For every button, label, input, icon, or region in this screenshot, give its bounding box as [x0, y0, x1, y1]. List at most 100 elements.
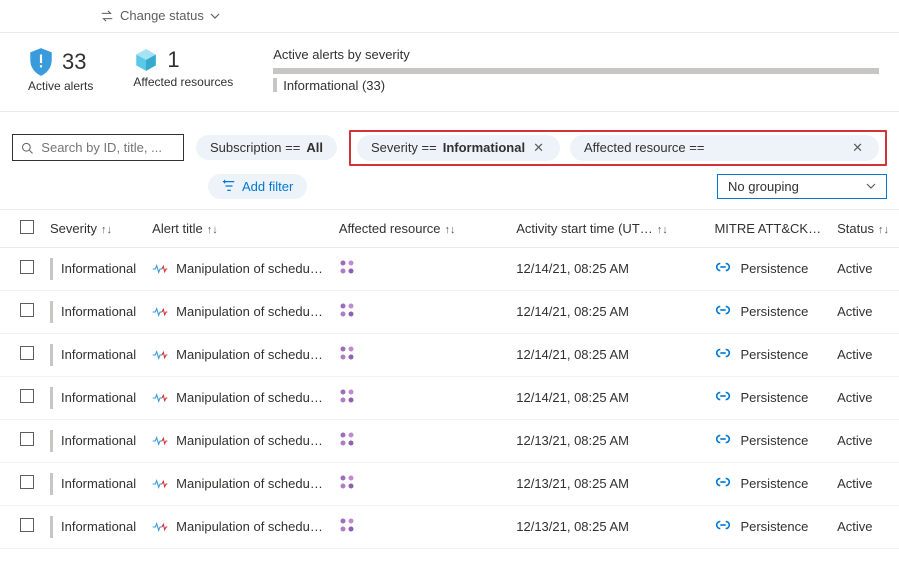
severity-text: Informational: [61, 390, 136, 405]
table-row[interactable]: InformationalManipulation of schedu…12/1…: [0, 376, 899, 419]
grouping-value: No grouping: [728, 179, 799, 194]
status-text: Active: [829, 290, 899, 333]
activity-icon: [152, 435, 168, 447]
severity-bar: [273, 68, 879, 74]
filter-severity[interactable]: Severity == Informational ✕: [357, 135, 560, 161]
severity-indicator: [50, 301, 53, 323]
activity-time: 12/14/21, 08:25 AM: [508, 247, 706, 290]
filter-subscription[interactable]: Subscription == All: [196, 135, 337, 160]
severity-chip: [273, 78, 277, 92]
activity-icon: [152, 478, 168, 490]
status-text: Active: [829, 462, 899, 505]
chevron-down-icon: [866, 181, 876, 191]
table-row[interactable]: InformationalManipulation of schedu…12/1…: [0, 419, 899, 462]
mitre-tactic: Persistence: [740, 347, 808, 362]
row-checkbox[interactable]: [20, 475, 34, 489]
row-checkbox[interactable]: [20, 518, 34, 532]
row-checkbox[interactable]: [20, 303, 34, 317]
affected-label: Affected resources: [133, 75, 233, 89]
alert-title: Manipulation of schedu…: [176, 519, 323, 534]
affected-count: 1: [167, 47, 179, 73]
select-all-checkbox[interactable]: [20, 220, 34, 234]
resource-icon: [339, 392, 355, 407]
change-status-button[interactable]: Change status: [100, 8, 220, 23]
search-input[interactable]: [12, 134, 184, 161]
filter-affected-label: Affected resource ==: [584, 140, 704, 155]
activity-time: 12/13/21, 08:25 AM: [508, 462, 706, 505]
status-text: Active: [829, 247, 899, 290]
mitre-tactic: Persistence: [740, 261, 808, 276]
activity-time: 12/13/21, 08:25 AM: [508, 505, 706, 548]
close-icon[interactable]: ✕: [531, 140, 546, 156]
sort-icon: ↑↓: [101, 224, 112, 236]
filter-subscription-value: All: [306, 140, 323, 155]
filter-affected-resource[interactable]: Affected resource == ✕: [570, 135, 879, 161]
search-icon: [21, 141, 33, 155]
mitre-tactic: Persistence: [740, 304, 808, 319]
status-text: Active: [829, 333, 899, 376]
activity-icon: [152, 521, 168, 533]
severity-summary: Active alerts by severity Informational …: [273, 47, 879, 93]
severity-indicator: [50, 258, 53, 280]
alerts-table: Severity↑↓ Alert title↑↓ Affected resour…: [0, 209, 899, 549]
highlighted-filters: Severity == Informational ✕ Affected res…: [349, 130, 887, 166]
resource-icon: [339, 349, 355, 364]
row-checkbox[interactable]: [20, 260, 34, 274]
col-mitre[interactable]: MITRE ATT&CK…: [706, 209, 829, 247]
resource-icon: [339, 435, 355, 450]
active-alerts-count: 33: [62, 49, 86, 75]
mitre-tactic: Persistence: [740, 476, 808, 491]
severity-indicator: [50, 516, 53, 538]
table-row[interactable]: InformationalManipulation of schedu…12/1…: [0, 247, 899, 290]
severity-text: Informational: [61, 304, 136, 319]
affected-resources-metric: 1 Affected resources: [133, 47, 233, 89]
activity-time: 12/14/21, 08:25 AM: [508, 376, 706, 419]
filter-severity-value: Informational: [443, 140, 525, 155]
change-status-label: Change status: [120, 8, 204, 23]
alert-title: Manipulation of schedu…: [176, 261, 323, 276]
link-icon: [714, 474, 732, 493]
arrows-icon: [100, 9, 114, 23]
row-checkbox[interactable]: [20, 389, 34, 403]
activity-time: 12/13/21, 08:25 AM: [508, 419, 706, 462]
search-field[interactable]: [39, 139, 175, 156]
sort-icon: ↑↓: [878, 224, 889, 236]
chevron-down-icon: [210, 11, 220, 21]
mitre-tactic: Persistence: [740, 433, 808, 448]
col-resource[interactable]: Affected resource↑↓: [331, 209, 508, 247]
active-alerts-label: Active alerts: [28, 79, 93, 93]
close-icon[interactable]: ✕: [850, 140, 865, 156]
severity-line-text: Informational (33): [283, 78, 385, 93]
resource-icon: [339, 521, 355, 536]
status-text: Active: [829, 376, 899, 419]
activity-icon: [152, 392, 168, 404]
filter-severity-label: Severity ==: [371, 140, 437, 155]
row-checkbox[interactable]: [20, 346, 34, 360]
col-severity[interactable]: Severity↑↓: [42, 209, 144, 247]
add-filter-button[interactable]: Add filter: [208, 174, 307, 199]
activity-icon: [152, 263, 168, 275]
link-icon: [714, 259, 732, 278]
table-row[interactable]: InformationalManipulation of schedu…12/1…: [0, 333, 899, 376]
link-icon: [714, 302, 732, 321]
severity-text: Informational: [61, 347, 136, 362]
activity-time: 12/14/21, 08:25 AM: [508, 290, 706, 333]
sort-icon: ↑↓: [657, 224, 668, 236]
table-row[interactable]: Informational Manipulation of schedu… 12/1…: [0, 462, 899, 505]
summary-panel: 33 Active alerts 1 Affected resources Ac…: [0, 33, 899, 112]
alert-title: Manipulation of schedu…: [176, 304, 323, 319]
filter-plus-icon: [222, 179, 236, 193]
table-row[interactable]: Informational Manipulation of schedu… 12/1…: [0, 290, 899, 333]
col-status[interactable]: Status↑↓: [829, 209, 899, 247]
severity-text: Informational: [61, 476, 136, 491]
row-checkbox[interactable]: [20, 432, 34, 446]
col-time[interactable]: Activity start time (UT…↑↓: [508, 209, 706, 247]
grouping-select[interactable]: No grouping: [717, 174, 887, 199]
col-title[interactable]: Alert title↑↓: [144, 209, 331, 247]
alert-title: Manipulation of schedu…: [176, 476, 323, 491]
activity-icon: [152, 349, 168, 361]
table-row[interactable]: InformationalManipulation of schedu…12/1…: [0, 505, 899, 548]
severity-indicator: [50, 344, 53, 366]
severity-title: Active alerts by severity: [273, 47, 879, 62]
active-alerts-metric: 33 Active alerts: [28, 47, 93, 93]
